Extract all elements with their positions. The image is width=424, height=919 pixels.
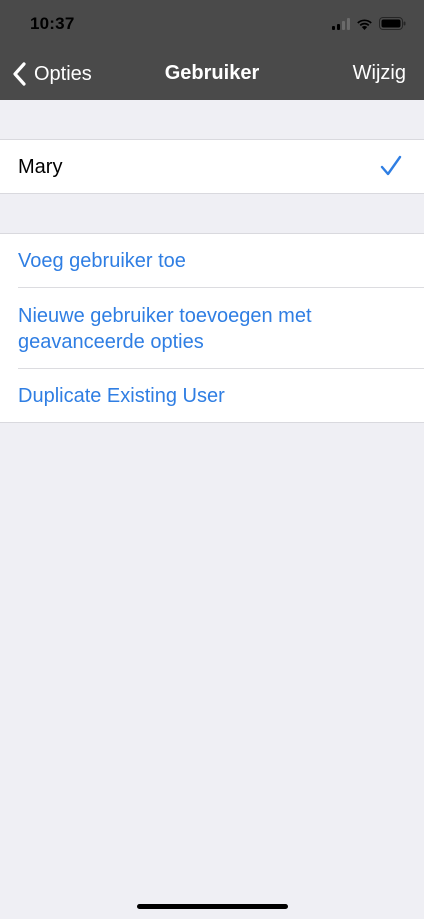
navigation-bar: Opties Gebruiker Wijzig (0, 48, 424, 100)
edit-button[interactable]: Wijzig (353, 62, 406, 85)
signal-icon (332, 17, 350, 30)
user-row-mary[interactable]: Mary (0, 140, 424, 193)
home-indicator[interactable] (137, 904, 288, 909)
wifi-icon (357, 18, 372, 30)
battery-icon (379, 17, 406, 30)
duplicate-user-label: Duplicate Existing User (18, 384, 225, 407)
status-bar: 10:37 (0, 0, 424, 48)
status-time: 10:37 (30, 14, 75, 33)
user-actions-list: Voeg gebruiker toe Nieuwe gebruiker toev… (0, 233, 424, 423)
user-name: Mary (18, 155, 63, 178)
duplicate-user-button[interactable]: Duplicate Existing User (0, 369, 424, 422)
add-user-advanced-button[interactable]: Nieuwe gebruiker toevoegen met geavancee… (0, 288, 424, 369)
add-user-button[interactable]: Voeg gebruiker toe (0, 234, 424, 288)
checkmark-icon (380, 155, 402, 176)
status-icons (332, 17, 406, 30)
screen: 10:37 Opties Gebruiker Wijzig Mary Voeg … (0, 0, 424, 919)
add-user-advanced-label: Nieuwe gebruiker toevoegen met geavancee… (18, 304, 312, 353)
top-bar: 10:37 Opties Gebruiker Wijzig (0, 0, 424, 100)
add-user-label: Voeg gebruiker toe (18, 250, 186, 272)
user-list: Mary (0, 139, 424, 194)
